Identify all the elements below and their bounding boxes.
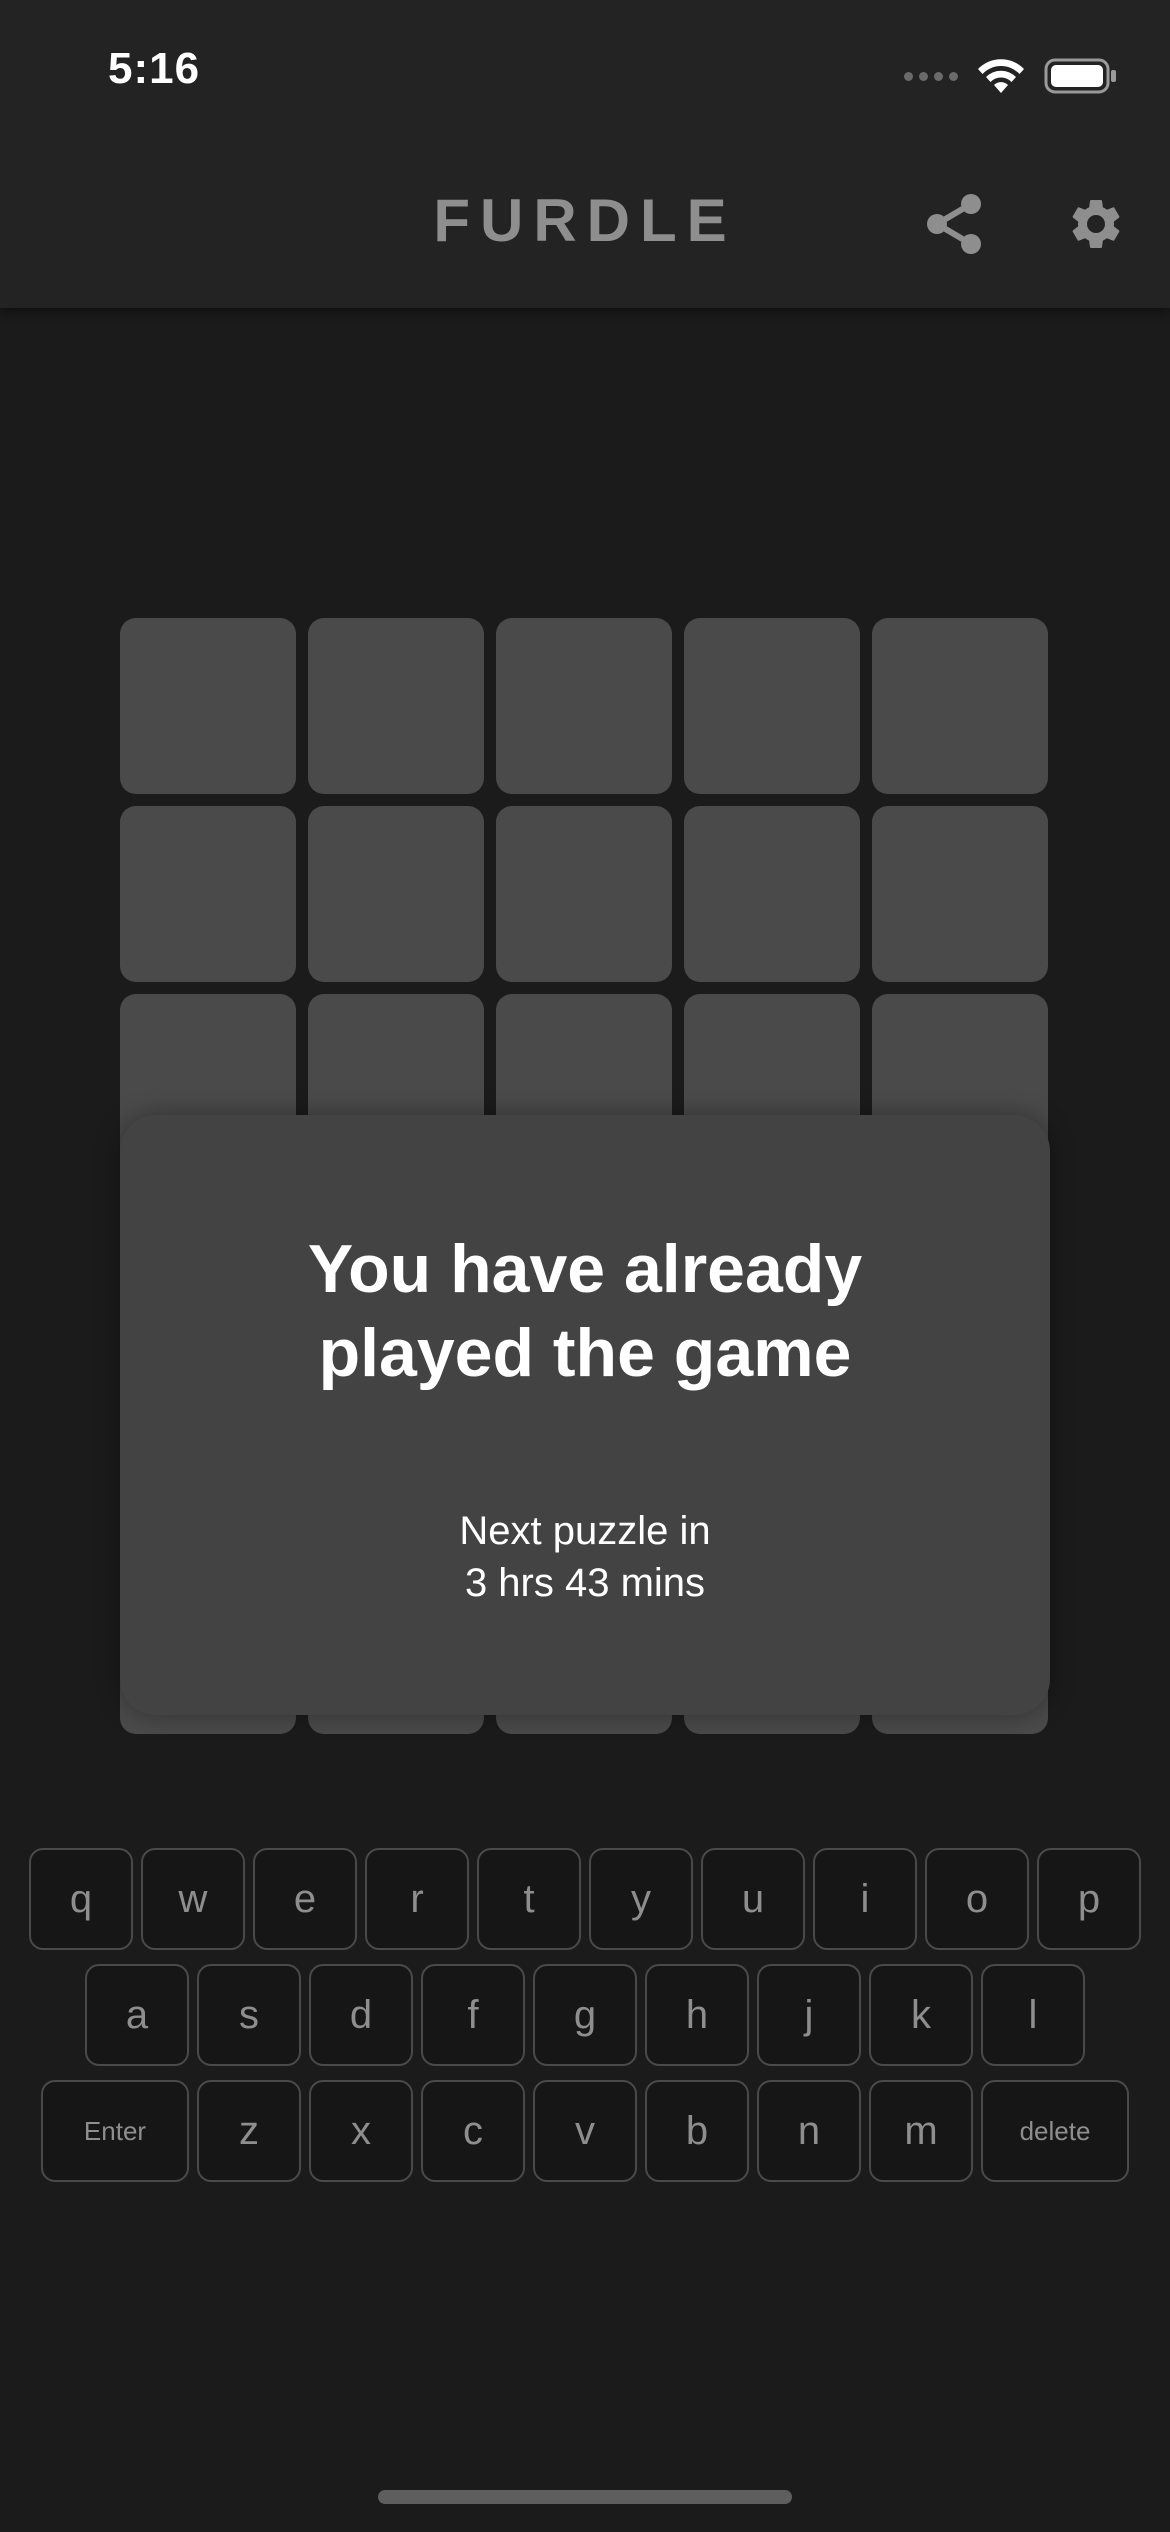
home-indicator[interactable] [378,2490,792,2504]
next-puzzle-countdown: Next puzzle in 3 hrs 43 mins [120,1505,1050,1609]
wifi-icon [978,59,1024,93]
status-icons [904,54,1118,98]
key-k[interactable]: k [869,1964,973,2066]
key-e[interactable]: e [253,1848,357,1950]
grid-cell [120,618,296,794]
grid-cell [496,618,672,794]
key-v[interactable]: v [533,2080,637,2182]
grid-cell [684,618,860,794]
keyboard-row-3: Enter z x c v b n m delete [0,2080,1170,2182]
dialog-title-line1: You have already [307,1231,863,1307]
key-f[interactable]: f [421,1964,525,2066]
grid-cell [496,806,672,982]
key-a[interactable]: a [85,1964,189,2066]
key-c[interactable]: c [421,2080,525,2182]
key-d[interactable]: d [309,1964,413,2066]
dialog-title-line2: played the game [318,1315,852,1391]
key-i[interactable]: i [813,1848,917,1950]
grid-cell [684,806,860,982]
grid-cell [308,806,484,982]
key-t[interactable]: t [477,1848,581,1950]
key-p[interactable]: p [1037,1848,1141,1950]
key-u[interactable]: u [701,1848,805,1950]
key-j[interactable]: j [757,1964,861,2066]
key-n[interactable]: n [757,2080,861,2182]
key-z[interactable]: z [197,2080,301,2182]
keyboard-row-2: a s d f g h j k l [0,1964,1170,2066]
grid-cell [308,618,484,794]
gear-icon [1072,199,1120,248]
key-s[interactable]: s [197,1964,301,2066]
keyboard-row-1: q w e r t y u i o p [0,1848,1170,1950]
dialog-title: You have already played the game [120,1227,1050,1395]
key-b[interactable]: b [645,2080,749,2182]
app-title: FURDLE [433,187,737,254]
next-puzzle-label: Next puzzle in [459,1509,711,1553]
countdown-value: 3 hrs 43 mins [464,1561,706,1605]
grid-cell [872,618,1048,794]
enter-key[interactable]: Enter [41,2080,189,2182]
already-played-dialog: You have already played the game Next pu… [120,1115,1050,1715]
key-l[interactable]: l [981,1964,1085,2066]
delete-key[interactable]: delete [981,2080,1129,2182]
battery-icon [1044,58,1116,94]
key-g[interactable]: g [533,1964,637,2066]
key-o[interactable]: o [925,1848,1029,1950]
status-time: 5:16 [108,44,201,93]
share-icon [927,194,981,254]
key-m[interactable]: m [869,2080,973,2182]
key-h[interactable]: h [645,1964,749,2066]
on-screen-keyboard: q w e r t y u i o p a s d f g h j k l En… [0,1848,1170,2196]
key-w[interactable]: w [141,1848,245,1950]
grid-cell [120,806,296,982]
key-x[interactable]: x [309,2080,413,2182]
key-y[interactable]: y [589,1848,693,1950]
key-q[interactable]: q [29,1848,133,1950]
cellular-signal-icon [904,71,958,81]
app-header-panel: 5:16 FURDLE [0,0,1170,308]
share-button[interactable] [922,192,986,256]
key-r[interactable]: r [365,1848,469,1950]
settings-button[interactable] [1064,192,1128,256]
grid-cell [872,806,1048,982]
